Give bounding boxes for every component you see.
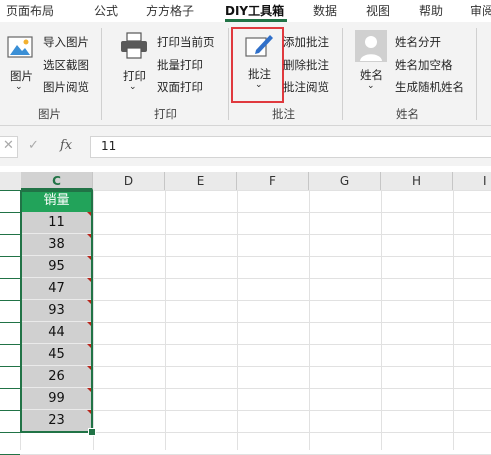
print-current-page-button[interactable]: 打印当前页: [157, 34, 215, 50]
column-header-d[interactable]: D: [93, 172, 165, 190]
tab-fangfang[interactable]: 方方格子: [146, 2, 194, 19]
tab-view[interactable]: 视图: [366, 2, 390, 19]
delete-comment-button[interactable]: 删除批注: [283, 57, 329, 73]
grid-column-line: [309, 190, 310, 450]
fill-handle[interactable]: [88, 428, 96, 436]
chevron-down-icon[interactable]: ⌄: [129, 82, 137, 92]
comment-preview-button[interactable]: 批注阅览: [283, 79, 329, 95]
name-add-space-button[interactable]: 姓名加空格: [395, 57, 453, 73]
column-header-e[interactable]: E: [165, 172, 237, 190]
row-header-edge: [0, 322, 20, 323]
tab-help[interactable]: 帮助: [419, 2, 443, 19]
group-label-print: 打印: [154, 107, 177, 121]
column-header-c[interactable]: C: [21, 172, 93, 190]
row-header-edge: [0, 212, 20, 213]
confirm-icon[interactable]: ✓: [28, 138, 39, 153]
import-image-button[interactable]: 导入图片: [43, 34, 89, 50]
tab-page-layout[interactable]: 页面布局: [6, 2, 54, 19]
formula-input[interactable]: 11: [90, 136, 491, 158]
group-divider: [342, 28, 343, 120]
grid-column-line: [381, 190, 382, 450]
group-label-comment: 批注: [272, 107, 295, 121]
column-header-f[interactable]: F: [237, 172, 309, 190]
add-comment-button[interactable]: 添加批注: [283, 34, 329, 50]
selection-border: [20, 190, 93, 433]
group-divider: [101, 28, 102, 120]
ribbon: 图片 ⌄ 导入图片 选区截图 图片阅览 图片 打印 ⌄ 打印当前页 批量打印 双…: [0, 22, 491, 126]
group-divider: [228, 28, 229, 120]
row-header-edge: [0, 366, 20, 367]
formula-value: 11: [101, 139, 117, 153]
tab-formulas[interactable]: 公式: [94, 2, 118, 19]
grid-column-line: [165, 190, 166, 450]
tab-data[interactable]: 数据: [313, 2, 337, 19]
group-divider: [476, 28, 477, 120]
row-header-edge: [0, 410, 20, 411]
row-header-edge: [0, 432, 20, 433]
column-header-i[interactable]: I: [453, 172, 491, 190]
group-label-image: 图片: [38, 107, 61, 121]
cancel-icon[interactable]: ✕: [3, 138, 14, 153]
duplex-print-button[interactable]: 双面打印: [157, 79, 203, 95]
grid-column-line: [453, 190, 454, 450]
sheet-grid[interactable]: 销量 11 38 95 47 93 44 45 26 99 23: [0, 190, 491, 455]
ribbon-tabs: 页面布局 公式 方方格子 DIY工具箱 数据 视图 帮助 审阅: [0, 0, 491, 22]
random-name-button[interactable]: 生成随机姓名: [395, 79, 464, 95]
row-header-edge: [0, 256, 20, 257]
row-header-edge: [0, 388, 20, 389]
row-header-edge: [0, 278, 20, 279]
chevron-down-icon[interactable]: ⌄: [15, 82, 23, 92]
tab-review[interactable]: 审阅: [470, 2, 491, 19]
function-icon[interactable]: fx: [60, 138, 72, 153]
column-headers: C D E F G H I: [0, 172, 491, 191]
row-header-edge: [0, 234, 20, 235]
row-header-edge: [0, 190, 20, 191]
batch-print-button[interactable]: 批量打印: [157, 57, 203, 73]
row-header-edge: [0, 344, 20, 345]
picture-icon[interactable]: [6, 32, 36, 66]
chevron-down-icon[interactable]: ⌄: [367, 81, 375, 91]
printer-icon[interactable]: [118, 31, 150, 65]
formula-bar: ✕ ✓ fx 11: [0, 126, 491, 166]
selection-screenshot-button[interactable]: 选区截图: [43, 57, 89, 73]
column-header-h[interactable]: H: [381, 172, 453, 190]
grid-column-line: [93, 190, 94, 450]
row-header-edge: [0, 300, 20, 301]
group-label-name: 姓名: [396, 107, 419, 121]
column-header-g[interactable]: G: [309, 172, 381, 190]
grid-column-line: [237, 190, 238, 450]
tab-diy-toolbox[interactable]: DIY工具箱: [225, 2, 284, 19]
split-name-button[interactable]: 姓名分开: [395, 34, 441, 50]
person-icon[interactable]: [355, 30, 387, 66]
highlight-box: [231, 27, 284, 103]
image-preview-button[interactable]: 图片阅览: [43, 79, 89, 95]
